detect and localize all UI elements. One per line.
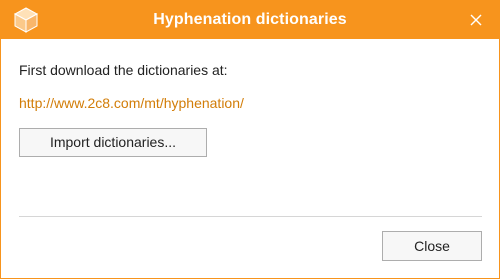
dictionary-download-link[interactable]: http://www.2c8.com/mt/hyphenation/ — [19, 95, 244, 111]
close-icon[interactable] — [467, 11, 485, 29]
title-bar: Hyphenation dictionaries — [1, 1, 499, 39]
close-button[interactable]: Close — [382, 231, 482, 261]
import-dictionaries-button[interactable]: Import dictionaries... — [19, 128, 207, 157]
footer-divider — [19, 216, 482, 217]
hyphenation-dialog: Hyphenation dictionaries First download … — [0, 0, 500, 279]
dialog-title: Hyphenation dictionaries — [153, 11, 347, 28]
instruction-text: First download the dictionaries at: — [19, 62, 228, 78]
